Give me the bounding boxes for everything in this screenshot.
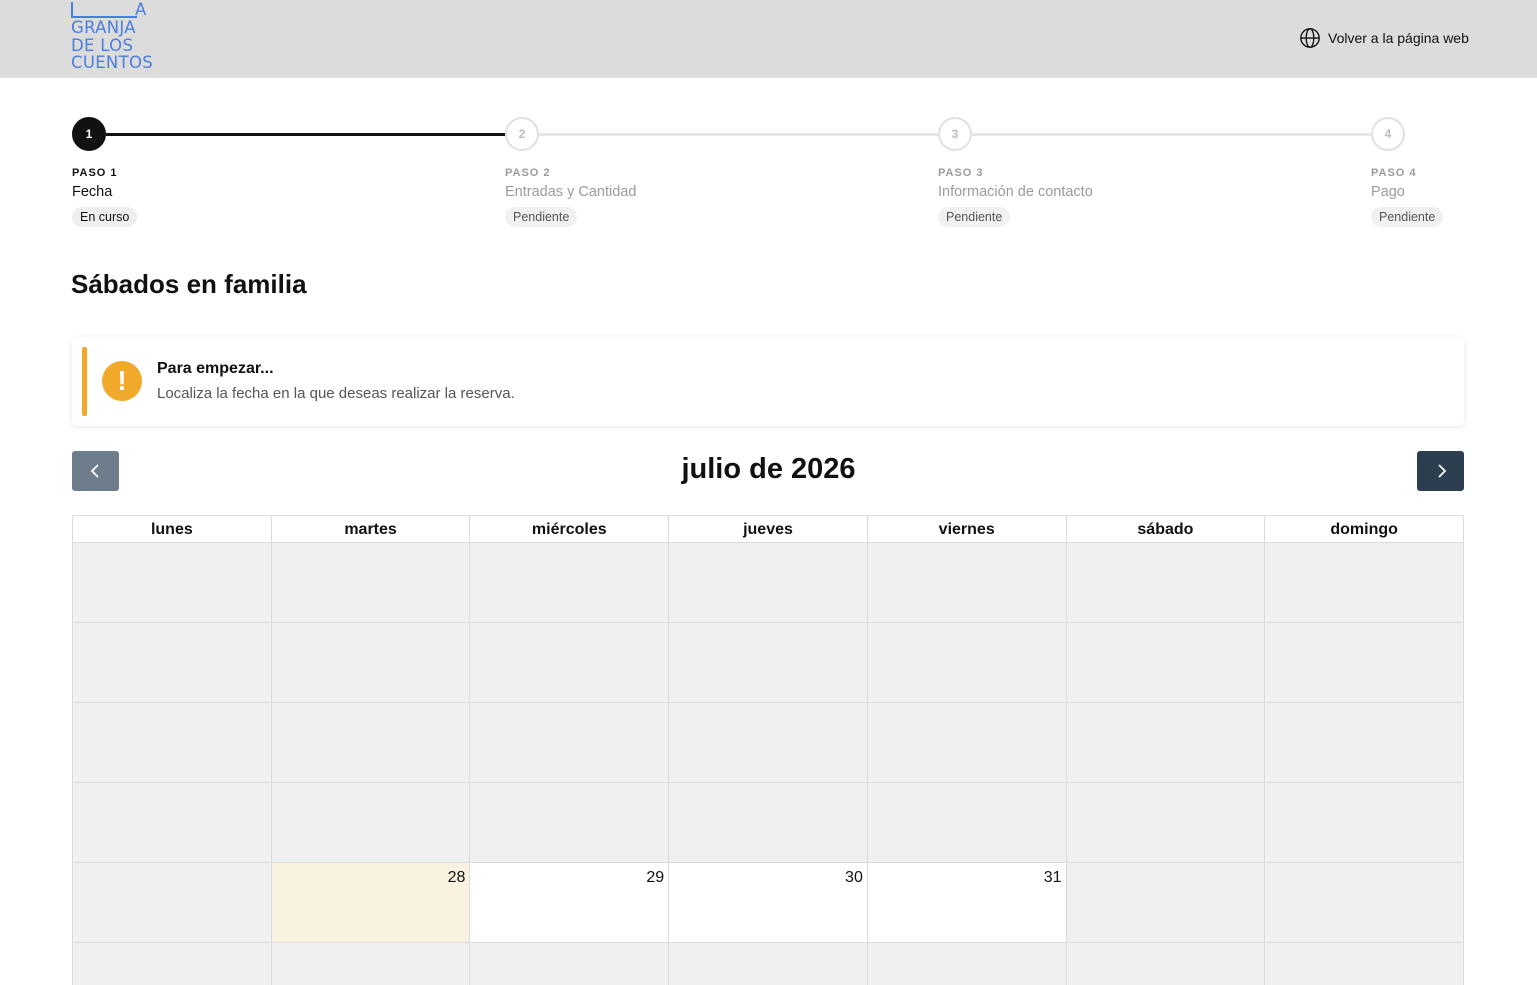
globe-icon xyxy=(1300,28,1320,48)
calendar-day-empty xyxy=(470,783,670,863)
calendar-day[interactable]: 30 xyxy=(669,863,868,943)
step-entradas: 2 PASO 2 Entradas y Cantidad Pendiente xyxy=(505,117,705,227)
calendar-day-empty xyxy=(73,543,272,623)
day-number: 29 xyxy=(646,869,665,886)
calendar-day-empty xyxy=(1066,623,1266,703)
top-header: A GRANJA DE LOS CUENTOS Volver a la pági… xyxy=(0,0,1537,78)
info-notice: ! Para empezar... Localiza la fecha en l… xyxy=(72,337,1464,426)
calendar-day-empty xyxy=(1265,703,1464,783)
notice-title: Para empezar... xyxy=(157,360,274,377)
calendar-weeks: 28 29 30 31 xyxy=(73,543,1464,985)
calendar-day-empty xyxy=(1265,543,1464,623)
calendar-day-empty xyxy=(73,943,272,985)
day-number: 30 xyxy=(845,869,863,886)
back-link-label: Volver a la página web xyxy=(1328,30,1469,46)
calendar-day-empty xyxy=(470,943,670,985)
chevron-right-icon xyxy=(1437,464,1446,478)
logo-text-1: A xyxy=(135,0,147,19)
calendar-day-empty xyxy=(1066,863,1266,943)
next-month-button[interactable] xyxy=(1417,451,1464,491)
calendar-day-empty xyxy=(1066,543,1266,623)
calendar-day-empty xyxy=(1066,783,1266,863)
notice-text: Localiza la fecha en la que deseas reali… xyxy=(157,385,515,402)
calendar-day-empty xyxy=(867,703,1067,783)
weekday-header: lunes xyxy=(73,516,272,543)
weekday-header: sábado xyxy=(1067,516,1266,543)
status-badge: En curso xyxy=(72,207,138,227)
page-title: Sábados en familia xyxy=(71,269,307,299)
calendar-day-empty xyxy=(73,623,272,703)
logo-line-1: A xyxy=(71,0,153,19)
back-to-website-link[interactable]: Volver a la página web xyxy=(1299,26,1469,50)
step-number: 4 xyxy=(1371,117,1405,151)
step-kicker: PASO 3 xyxy=(938,167,984,179)
step-number: 3 xyxy=(938,117,972,151)
step-kicker: PASO 2 xyxy=(505,167,551,179)
calendar-day-empty xyxy=(867,543,1067,623)
step-pago: 4 PASO 4 Pago Pendiente xyxy=(1371,117,1464,227)
step-number: 2 xyxy=(505,117,539,151)
calendar-day-empty xyxy=(669,943,868,985)
logo[interactable]: A GRANJA DE LOS CUENTOS xyxy=(71,0,153,76)
calendar-day-empty xyxy=(1066,703,1266,783)
logo-underline xyxy=(71,16,137,18)
calendar-day-empty xyxy=(271,623,471,703)
step-number: 1 xyxy=(72,117,106,151)
calendar-day[interactable]: 31 xyxy=(867,863,1067,943)
calendar-day-empty xyxy=(1265,783,1464,863)
weekday-header: miércoles xyxy=(470,516,670,543)
calendar-day-empty xyxy=(669,703,868,783)
calendar-day-empty xyxy=(470,543,670,623)
calendar-day-empty xyxy=(271,703,471,783)
calendar-day[interactable]: 28 xyxy=(271,863,471,943)
step-name: Información de contacto xyxy=(938,184,1093,200)
calendar-day-empty xyxy=(271,783,471,863)
status-badge: Pendiente xyxy=(938,207,1011,227)
calendar-day-empty xyxy=(669,623,868,703)
calendar-day-empty xyxy=(867,943,1067,985)
step-name: Pago xyxy=(1371,184,1405,200)
calendar-grid: lunes martes miércoles jueves viernes sábado d… xyxy=(72,515,1464,985)
calendar-day-empty xyxy=(669,783,868,863)
calendar-day-empty xyxy=(73,783,272,863)
day-number: 31 xyxy=(1043,869,1062,886)
calendar-day-empty xyxy=(1066,943,1266,985)
calendar-day-empty xyxy=(867,623,1067,703)
step-contacto: 3 PASO 3 Información de contacto Pendien… xyxy=(938,117,1138,227)
calendar-day-empty xyxy=(470,623,670,703)
calendar-month-title: julio de 2026 xyxy=(681,453,856,485)
calendar-day[interactable]: 29 xyxy=(470,863,670,943)
calendar-day-empty xyxy=(669,543,868,623)
calendar-day-empty xyxy=(271,943,471,985)
status-badge: Pendiente xyxy=(1371,207,1444,227)
logo-bar xyxy=(71,2,73,17)
calendar-day-empty xyxy=(1265,623,1464,703)
warning-icon: ! xyxy=(102,361,142,401)
weekday-header: jueves xyxy=(669,516,868,543)
weekday-header-row: lunes martes miércoles jueves viernes sábado d… xyxy=(73,515,1464,543)
step-fecha: 1 PASO 1 Fecha En curso xyxy=(72,117,272,227)
weekday-header: viernes xyxy=(868,516,1067,543)
calendar-day-empty xyxy=(1265,943,1464,985)
notice-accent-bar xyxy=(82,347,87,416)
step-kicker: PASO 1 xyxy=(72,167,118,179)
calendar-day-empty xyxy=(73,703,272,783)
day-number: 28 xyxy=(447,869,466,886)
calendar-day-empty xyxy=(1265,863,1464,943)
calendar-day-empty xyxy=(73,863,272,943)
status-badge: Pendiente xyxy=(505,207,578,227)
booking-stepper: 1 PASO 1 Fecha En curso 2 PASO 2 Entrada… xyxy=(72,117,1464,232)
step-name: Entradas y Cantidad xyxy=(505,184,637,200)
step-name: Fecha xyxy=(72,184,113,200)
step-kicker: PASO 4 xyxy=(1371,167,1417,179)
weekday-header: domingo xyxy=(1265,516,1464,543)
calendar-day-empty xyxy=(470,703,670,783)
calendar-day-empty xyxy=(867,783,1067,863)
calendar-day-empty xyxy=(271,543,471,623)
weekday-header: martes xyxy=(272,516,471,543)
